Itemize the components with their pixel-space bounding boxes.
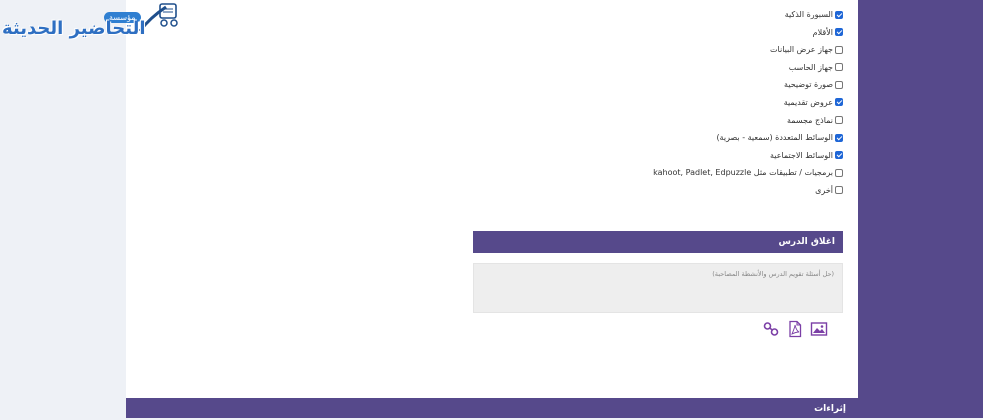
checklist-item-label: السبورة الذكية — [784, 10, 833, 19]
checkbox-checked[interactable] — [835, 10, 843, 19]
lesson-close-title: اغلاق الدرس — [778, 237, 835, 247]
checklist-item-label: جهاز عرض البيانات — [770, 45, 833, 55]
tools-checklist-item[interactable]: الوسائط الاجتماعية — [653, 147, 843, 165]
tools-checklist-item[interactable]: الأقلام — [653, 24, 843, 42]
tools-checklist: السبورة الذكية الأقلام جهاز عرض البيانات جه… — [653, 6, 843, 200]
checkbox-checked[interactable] — [835, 151, 843, 160]
tools-checklist-item[interactable]: أخرى — [653, 182, 843, 200]
checklist-item-label: جهاز الحاسب — [788, 62, 833, 72]
checkbox-unchecked[interactable] — [835, 116, 843, 125]
pdf-icon[interactable] — [786, 320, 804, 338]
checklist-item-label: نماذج مجسمة — [786, 115, 833, 125]
checkbox-unchecked[interactable] — [835, 63, 843, 72]
checkbox-unchecked[interactable] — [835, 186, 843, 195]
checklist-item-label: الأقلام — [812, 27, 833, 37]
tools-checklist-item[interactable]: جهاز الحاسب — [653, 59, 843, 77]
enrichment-header: إثراءات — [126, 398, 858, 418]
site-logo[interactable]: مؤسسة التحاضير الحديثة — [0, 0, 185, 45]
tools-checklist-item[interactable]: جهاز عرض البيانات — [653, 41, 843, 59]
image-icon[interactable] — [810, 320, 828, 338]
top-divider — [362, 0, 452, 3]
lesson-close-text: (حل أسئلة تقويم الدرس والأنشطة المصاحبة) — [712, 270, 834, 278]
right-sidebar — [858, 0, 983, 418]
checkbox-unchecked[interactable] — [835, 168, 843, 177]
enrichment-title: إثراءات — [814, 404, 846, 414]
tools-checklist-item[interactable]: عروض تقديمية — [653, 94, 843, 112]
lesson-close-header: اغلاق الدرس — [473, 231, 843, 253]
checklist-item-label: برمجيات / تطبيقات مثل kahoot, Padlet, Ed… — [653, 168, 833, 178]
tools-checklist-item[interactable]: نماذج مجسمة — [653, 112, 843, 130]
tools-checklist-item[interactable]: صورة توضيحية — [653, 76, 843, 94]
checklist-item-label: صورة توضيحية — [784, 80, 833, 90]
checkbox-checked[interactable] — [835, 133, 843, 142]
checklist-item-label: الوسائط المتعددة (سمعية - بصرية) — [716, 133, 833, 143]
logo-brand-text: التحاضير الحديثة — [2, 18, 146, 39]
checklist-item-label: عروض تقديمية — [783, 97, 833, 107]
link-icon[interactable] — [762, 320, 780, 338]
tools-checklist-item[interactable]: السبورة الذكية — [653, 6, 843, 24]
checkbox-unchecked[interactable] — [835, 80, 843, 89]
checkbox-checked[interactable] — [835, 98, 843, 107]
checklist-item-label: الوسائط الاجتماعية — [770, 150, 833, 160]
lesson-close-textarea[interactable]: (حل أسئلة تقويم الدرس والأنشطة المصاحبة) — [473, 263, 843, 313]
checklist-item-label: أخرى — [815, 185, 833, 195]
tools-checklist-item[interactable]: الوسائط المتعددة (سمعية - بصرية) — [653, 129, 843, 147]
checkbox-unchecked[interactable] — [835, 45, 843, 54]
tools-checklist-item[interactable]: برمجيات / تطبيقات مثل kahoot, Padlet, Ed… — [653, 164, 843, 182]
checkbox-checked[interactable] — [835, 28, 843, 37]
